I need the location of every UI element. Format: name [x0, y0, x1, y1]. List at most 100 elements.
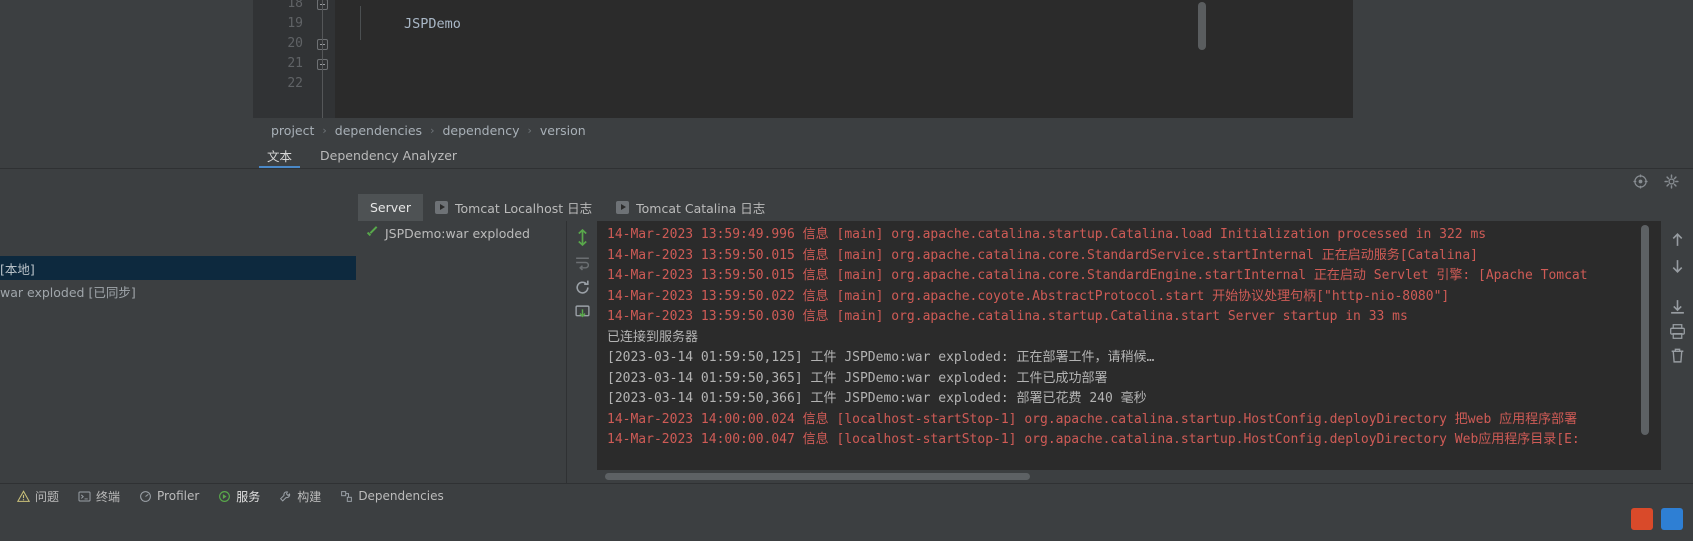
trash-icon[interactable] — [1669, 347, 1686, 364]
editor-tab[interactable]: Dependency Analyzer — [306, 142, 471, 168]
console-line: 14-Mar-2023 13:59:50.015 信息 [main] org.a… — [607, 247, 1479, 263]
profiler-icon — [139, 490, 152, 503]
services-tab[interactable]: Server — [358, 194, 423, 221]
console-line: 14-Mar-2023 13:59:50.022 信息 [main] org.a… — [607, 288, 1450, 304]
console-line: 14-Mar-2023 13:59:50.015 信息 [main] org.a… — [607, 268, 1588, 283]
scroll-up-icon[interactable] — [1669, 231, 1686, 248]
left-panel-lower — [0, 300, 358, 483]
code-line: JSPDemo — [404, 16, 461, 32]
editor-right-inner — [1208, 0, 1353, 118]
save-icon[interactable] — [1669, 299, 1686, 316]
breadcrumb-item-dependency[interactable]: dependency — [442, 123, 519, 138]
left-panel-second-row[interactable]: war exploded [已同步] — [0, 280, 358, 300]
breadcrumb-separator: › — [322, 123, 327, 137]
soft-wrap-icon[interactable] — [574, 254, 591, 271]
left-second-label: war exploded [已同步] — [0, 285, 136, 300]
deps-icon — [340, 490, 353, 503]
gear-icon[interactable] — [1664, 174, 1679, 189]
bottom-strip — [0, 505, 1693, 541]
terminal-icon — [78, 490, 91, 503]
services-tab-strip[interactable]: Server Tomcat Localhost 日志 Tomcat Catalina… — [358, 194, 777, 221]
rerun-icon[interactable] — [574, 279, 591, 296]
status-bar-item-label: Profiler — [157, 489, 200, 503]
left-panel-selected-row[interactable]: [本地] — [0, 256, 356, 280]
fold-connector — [322, 0, 323, 118]
tray-icons — [1631, 508, 1683, 530]
status-bar-item-services[interactable]: 服务 — [211, 486, 267, 507]
console-line: 14-Mar-2023 14:00:00.047 信息 [localhost-s… — [607, 432, 1580, 447]
console-line: [2023-03-14 01:59:50,125] 工件 JSPDemo:war… — [607, 350, 1155, 365]
status-bar-item-terminal[interactable]: 终端 — [71, 486, 127, 507]
intellij-window: 18 19 20 21 22 JSPDemo project › dependencies ›… — [0, 0, 1693, 541]
editor-left-empty-pane — [0, 0, 253, 118]
breadcrumb-item-dependencies[interactable]: dependencies — [335, 123, 422, 138]
breadcrumb[interactable]: project › dependencies › dependency › version — [253, 118, 1208, 142]
status-bar-item-label: 问题 — [35, 489, 60, 504]
status-bar-item-label: 终端 — [96, 489, 121, 504]
services-node-label: JSPDemo:war exploded — [385, 226, 530, 241]
export-icon[interactable] — [574, 304, 591, 321]
target-icon[interactable] — [1633, 174, 1648, 189]
left-selected-label: [本地] — [0, 262, 35, 277]
console-vertical-scrollbar[interactable] — [1640, 221, 1651, 470]
console-gutter-toolbar[interactable] — [568, 221, 597, 483]
services-tab-label: Tomcat Catalina 日志 — [636, 201, 766, 216]
editor-tab[interactable]: 文本 — [253, 142, 306, 168]
editor-region: 18 19 20 21 22 JSPDemo — [0, 0, 1693, 118]
check-icon — [366, 228, 378, 240]
console-vscroll-thumb[interactable] — [1641, 225, 1649, 435]
scroll-to-end-icon[interactable] — [574, 229, 591, 246]
line-number: 18 — [287, 0, 303, 11]
editor-tab-strip[interactable]: 文本 Dependency Analyzer — [253, 142, 471, 168]
breadcrumb-item-version[interactable]: version — [540, 123, 586, 138]
services-tree-panel[interactable]: JSPDemo:war exploded — [358, 221, 567, 483]
breadcrumb-item-project[interactable]: project — [271, 123, 314, 138]
left-panel-upper — [0, 194, 358, 256]
status-bar-item-label: Dependencies — [358, 489, 444, 503]
print-icon[interactable] — [1669, 323, 1686, 340]
services-tab-label: Tomcat Localhost 日志 — [455, 201, 593, 216]
services-tab[interactable]: Tomcat Localhost 日志 — [423, 194, 604, 221]
status-bar-item-deps[interactable]: Dependencies — [333, 487, 450, 505]
status-bar-item-label: 构建 — [297, 489, 322, 504]
services-tree-node[interactable]: JSPDemo:war exploded — [366, 226, 530, 241]
console-output[interactable]: 14-Mar-2023 13:59:49.996 信息 [main] org.a… — [597, 221, 1661, 470]
run-icon — [435, 201, 448, 214]
run-icon — [616, 201, 630, 214]
status-bar-items[interactable]: 问题 终端 Profiler 服务 构建 Dependencies — [10, 485, 451, 507]
editor-fold-column[interactable] — [313, 0, 335, 118]
services-tab[interactable]: Tomcat Catalina 日志 — [604, 194, 777, 221]
status-bar-item-build[interactable]: 构建 — [272, 486, 328, 507]
editor-gutter[interactable]: 18 19 20 21 22 — [253, 0, 313, 118]
code-editor[interactable]: 18 19 20 21 22 JSPDemo — [253, 0, 1208, 118]
browser-icon-1[interactable] — [1631, 508, 1653, 530]
editor-vertical-scrollbar-thumb[interactable] — [1198, 2, 1206, 50]
indent-guide — [360, 6, 361, 40]
toolwindow-header-icons — [1633, 169, 1679, 194]
console-line: 14-Mar-2023 14:00:00.024 信息 [localhost-s… — [607, 411, 1578, 427]
scroll-down-icon[interactable] — [1669, 258, 1686, 275]
status-bar-item-warning[interactable]: 问题 — [10, 486, 66, 507]
toolwindow-header — [0, 169, 1693, 194]
warning-icon — [17, 489, 30, 503]
status-bar-item-profiler[interactable]: Profiler — [132, 487, 206, 505]
services-icon — [218, 490, 231, 503]
console-line: 14-Mar-2023 13:59:49.996 信息 [main] org.a… — [607, 227, 1487, 242]
editor-right-pane — [1208, 0, 1693, 118]
build-icon — [279, 490, 292, 503]
status-bar-item-label: 服务 — [236, 489, 261, 504]
console-hscroll-thumb[interactable] — [605, 473, 1030, 480]
line-number: 20 — [287, 36, 303, 51]
line-number: 22 — [287, 76, 303, 91]
breadcrumb-separator: › — [527, 123, 532, 137]
browser-icon-2[interactable] — [1661, 508, 1683, 530]
line-number: 21 — [287, 56, 303, 71]
console-line: 14-Mar-2023 13:59:50.030 信息 [main] org.a… — [607, 309, 1408, 324]
console-line: 已连接到服务器 — [607, 329, 699, 345]
console-horizontal-scrollbar[interactable] — [597, 470, 1661, 483]
breadcrumb-separator: › — [430, 123, 435, 137]
line-number: 19 — [287, 16, 303, 31]
console-right-toolbar[interactable] — [1661, 221, 1693, 483]
